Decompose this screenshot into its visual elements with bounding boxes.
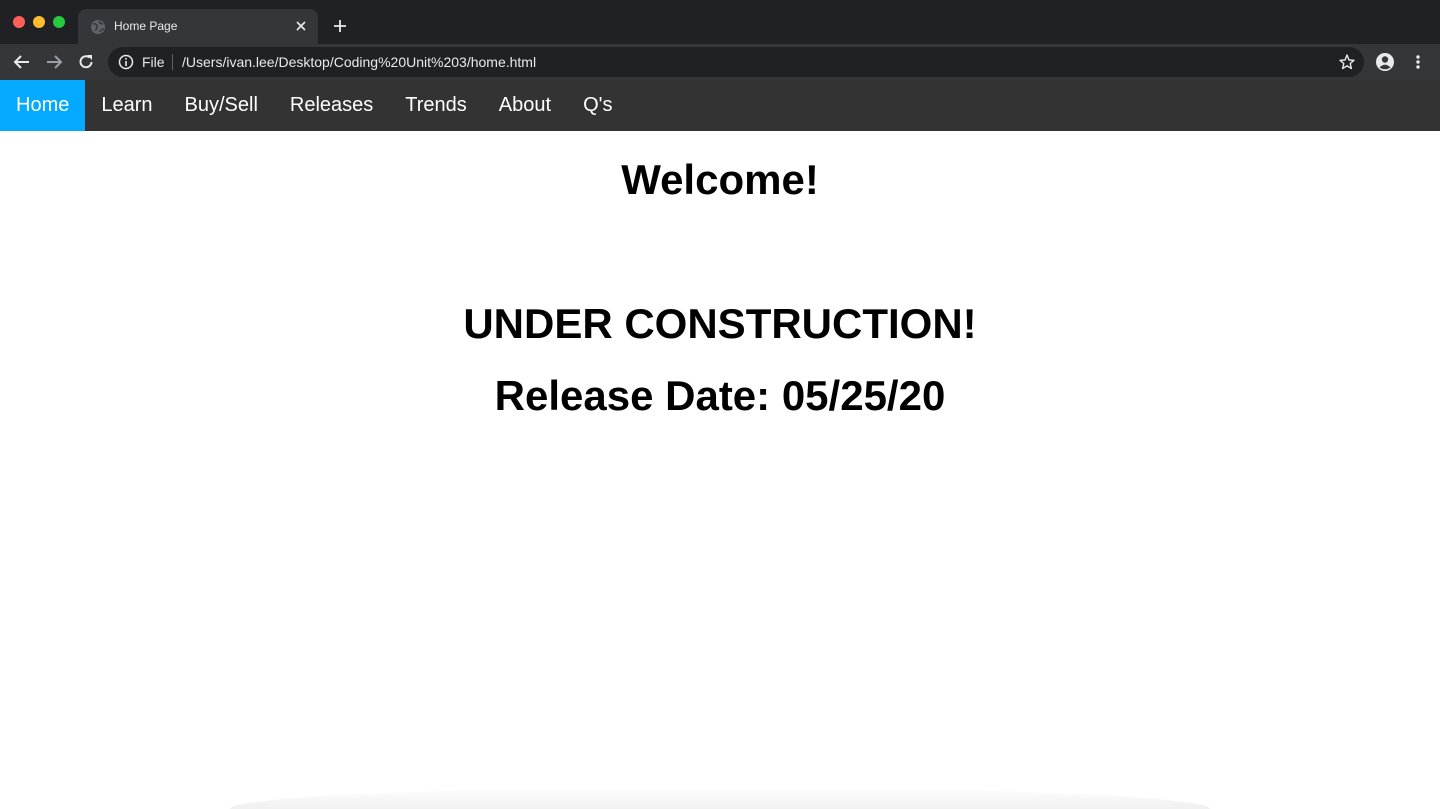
window-close-button[interactable] (13, 16, 25, 28)
plus-icon[interactable] (330, 16, 350, 36)
nav-item-buy-sell[interactable]: Buy/Sell (169, 80, 274, 131)
kebab-menu-icon[interactable] (1407, 51, 1429, 73)
arrow-right-icon[interactable] (43, 51, 65, 73)
close-icon[interactable] (292, 17, 310, 35)
web-page: Home Learn Buy/Sell Releases Trends Abou… (0, 80, 1440, 809)
address-separator (172, 54, 173, 70)
release-date-heading: Release Date: 05/25/20 (494, 372, 946, 419)
window-maximize-button[interactable] (53, 16, 65, 28)
profile-icon[interactable] (1374, 51, 1396, 73)
browser-tab[interactable]: Home Page (78, 9, 318, 44)
nav-item-learn[interactable]: Learn (85, 80, 168, 131)
nav-item-releases[interactable]: Releases (274, 80, 389, 131)
nav-item-questions[interactable]: Q's (567, 80, 628, 131)
arrow-left-icon[interactable] (11, 51, 33, 73)
nav-item-home[interactable]: Home (0, 80, 86, 131)
browser-toolbar: File /Users/ivan.lee/Desktop/Coding%20Un… (0, 44, 1440, 80)
under-construction-heading: UNDER CONSTRUCTION! (463, 300, 977, 347)
tab-title: Home Page (114, 19, 178, 33)
address-url[interactable]: /Users/ivan.lee/Desktop/Coding%20Unit%20… (182, 54, 536, 70)
browser-titlebar: Home Page (0, 0, 1440, 44)
nav-item-trends[interactable]: Trends (389, 80, 483, 131)
window-minimize-button[interactable] (33, 16, 45, 28)
globe-icon (91, 20, 105, 34)
nav-item-about[interactable]: About (483, 80, 567, 131)
star-icon[interactable] (1338, 53, 1356, 71)
address-scheme: File (142, 54, 165, 70)
reload-icon[interactable] (75, 51, 97, 73)
bottom-shadow (230, 787, 1210, 809)
address-bar[interactable]: File /Users/ivan.lee/Desktop/Coding%20Un… (108, 47, 1364, 77)
info-icon[interactable] (118, 54, 134, 70)
welcome-heading: Welcome! (621, 156, 819, 203)
site-navbar: Home Learn Buy/Sell Releases Trends Abou… (0, 80, 1440, 131)
